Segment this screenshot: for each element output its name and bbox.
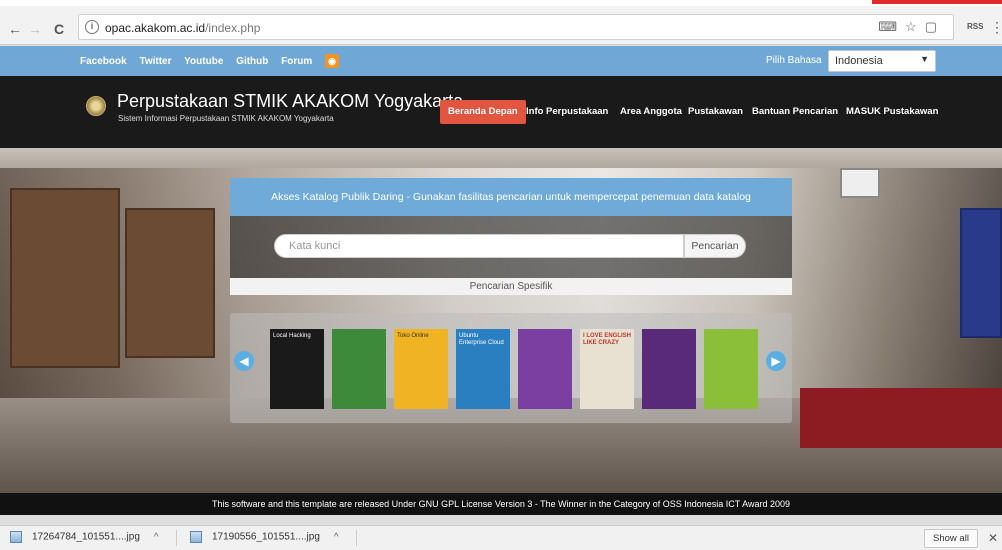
forward-icon[interactable]: → xyxy=(26,20,44,38)
facebook-link[interactable]: Facebook xyxy=(80,56,127,67)
site-title[interactable]: Perpustakaan STMIK AKAKOM Yogyakarta xyxy=(117,91,463,112)
book-cover[interactable] xyxy=(642,329,696,409)
rss-extension-icon[interactable]: RSS xyxy=(967,19,985,35)
menu-beranda-depan[interactable]: Beranda Depan xyxy=(440,100,526,124)
url-host: opac.akakom.ac.id xyxy=(105,21,206,35)
image-file-icon xyxy=(10,531,22,543)
reload-icon[interactable]: C xyxy=(50,20,68,38)
address-bar-icons: ⌨☆▢ xyxy=(878,19,945,35)
youtube-link[interactable]: Youtube xyxy=(184,56,223,67)
rss-icon[interactable]: ◉ xyxy=(325,54,340,68)
download-filename: 17190556_101551....jpg xyxy=(212,531,320,543)
hero-section: Akses Katalog Publik Daring - Gunakan fa… xyxy=(0,148,1002,493)
download-divider xyxy=(176,530,177,546)
back-icon[interactable]: ← xyxy=(6,20,24,38)
book-title: Local Hacking xyxy=(273,333,311,339)
wall-sign xyxy=(840,168,880,198)
download-item[interactable]: 17190556_101551....jpg ^ xyxy=(190,531,339,543)
menu-area-anggota[interactable]: Area Anggota xyxy=(620,100,682,124)
book-cover[interactable]: I LOVE ENGLISH LIKE CRAZY xyxy=(580,329,634,409)
book-cover[interactable]: Local Hacking xyxy=(270,329,324,409)
chevron-up-icon[interactable]: ^ xyxy=(334,532,339,543)
book-carousel: ◀ Local Hacking Toko Online Ubuntu Enter… xyxy=(230,313,792,423)
search-panel: Kata kunci Pencarian xyxy=(230,216,792,278)
book-title: Toko Online xyxy=(397,333,429,339)
library-ceiling xyxy=(0,148,1002,168)
github-link[interactable]: Github xyxy=(236,56,268,67)
browser-chrome: ← → C i opac.akakom.ac.id/index.php ⌨☆▢ … xyxy=(0,0,1002,45)
menu-masuk-pustakawan[interactable]: MASUK Pustakawan xyxy=(846,100,938,124)
twitter-link[interactable]: Twitter xyxy=(139,56,171,67)
book-title: Ubuntu Enterprise Cloud xyxy=(459,333,504,347)
active-tab-indicator xyxy=(872,0,1002,4)
address-bar[interactable]: i opac.akakom.ac.id/index.php ⌨☆▢ xyxy=(78,14,954,40)
image-file-icon xyxy=(190,531,202,543)
carousel-prev-icon[interactable]: ◀ xyxy=(234,351,254,371)
social-topbar: Facebook Twitter Youtube Github Forum ◉ … xyxy=(0,46,1002,76)
show-all-button[interactable]: Show all xyxy=(924,529,978,548)
menu-info-perpustakaan[interactable]: Info Perpustakaan xyxy=(526,100,608,124)
menu-bantuan-pencarian[interactable]: Bantuan Pencarian xyxy=(752,100,838,124)
menu-pustakawan[interactable]: Pustakawan xyxy=(688,100,743,124)
catalog-banner: Akses Katalog Publik Daring - Gunakan fa… xyxy=(230,178,792,216)
search-button[interactable]: Pencarian xyxy=(684,234,746,258)
tab-strip xyxy=(0,0,1002,6)
bookmark-star-icon[interactable]: ☆ xyxy=(905,19,925,34)
book-cover[interactable] xyxy=(332,329,386,409)
carousel-next-icon[interactable]: ▶ xyxy=(766,351,786,371)
bookshelf-middle xyxy=(125,208,215,358)
browser-menu-icon[interactable]: ⋮ xyxy=(990,19,1002,36)
download-item[interactable]: 17264784_101551....jpg ^ xyxy=(10,531,159,543)
bookshelf-left xyxy=(10,188,120,368)
language-label: Pilih Bahasa xyxy=(766,55,822,66)
close-icon[interactable]: ✕ xyxy=(988,531,998,545)
translate-icon[interactable]: ⌨ xyxy=(878,19,905,34)
download-filename: 17264784_101551....jpg xyxy=(32,531,140,543)
book-cover[interactable]: Ubuntu Enterprise Cloud xyxy=(456,329,510,409)
license-footer: This software and this template are rele… xyxy=(0,493,1002,515)
book-cover[interactable]: Toko Online xyxy=(394,329,448,409)
site-header: Perpustakaan STMIK AKAKOM Yogyakarta Sis… xyxy=(0,76,1002,148)
red-table xyxy=(800,388,1002,448)
site-info-icon[interactable]: i xyxy=(85,20,99,34)
url-path: /index.php xyxy=(205,21,261,35)
chevron-down-icon: ▼ xyxy=(920,54,929,64)
akakom-logo[interactable] xyxy=(86,96,106,116)
extension-icon[interactable]: ▢ xyxy=(925,19,945,34)
search-input[interactable]: Kata kunci xyxy=(274,234,684,258)
book-cover[interactable] xyxy=(704,329,758,409)
book-cover[interactable] xyxy=(518,329,572,409)
site-subtitle: Sistem Informasi Perpustakaan STMIK AKAK… xyxy=(118,114,334,123)
download-bar: 17264784_101551....jpg ^ 17190556_101551.… xyxy=(0,525,1002,550)
language-selected-value: Indonesia xyxy=(835,55,883,67)
url-text[interactable]: opac.akakom.ac.id/index.php xyxy=(105,21,260,35)
language-select[interactable]: Indonesia ▼ xyxy=(828,50,936,72)
book-title: I LOVE ENGLISH LIKE CRAZY xyxy=(583,333,632,347)
forum-link[interactable]: Forum xyxy=(281,56,312,67)
poster-banner xyxy=(960,208,1002,338)
social-links: Facebook Twitter Youtube Github Forum ◉ xyxy=(80,54,349,68)
download-divider xyxy=(356,530,357,546)
specific-search-link[interactable]: Pencarian Spesifik xyxy=(230,278,792,295)
chevron-up-icon[interactable]: ^ xyxy=(154,532,159,543)
